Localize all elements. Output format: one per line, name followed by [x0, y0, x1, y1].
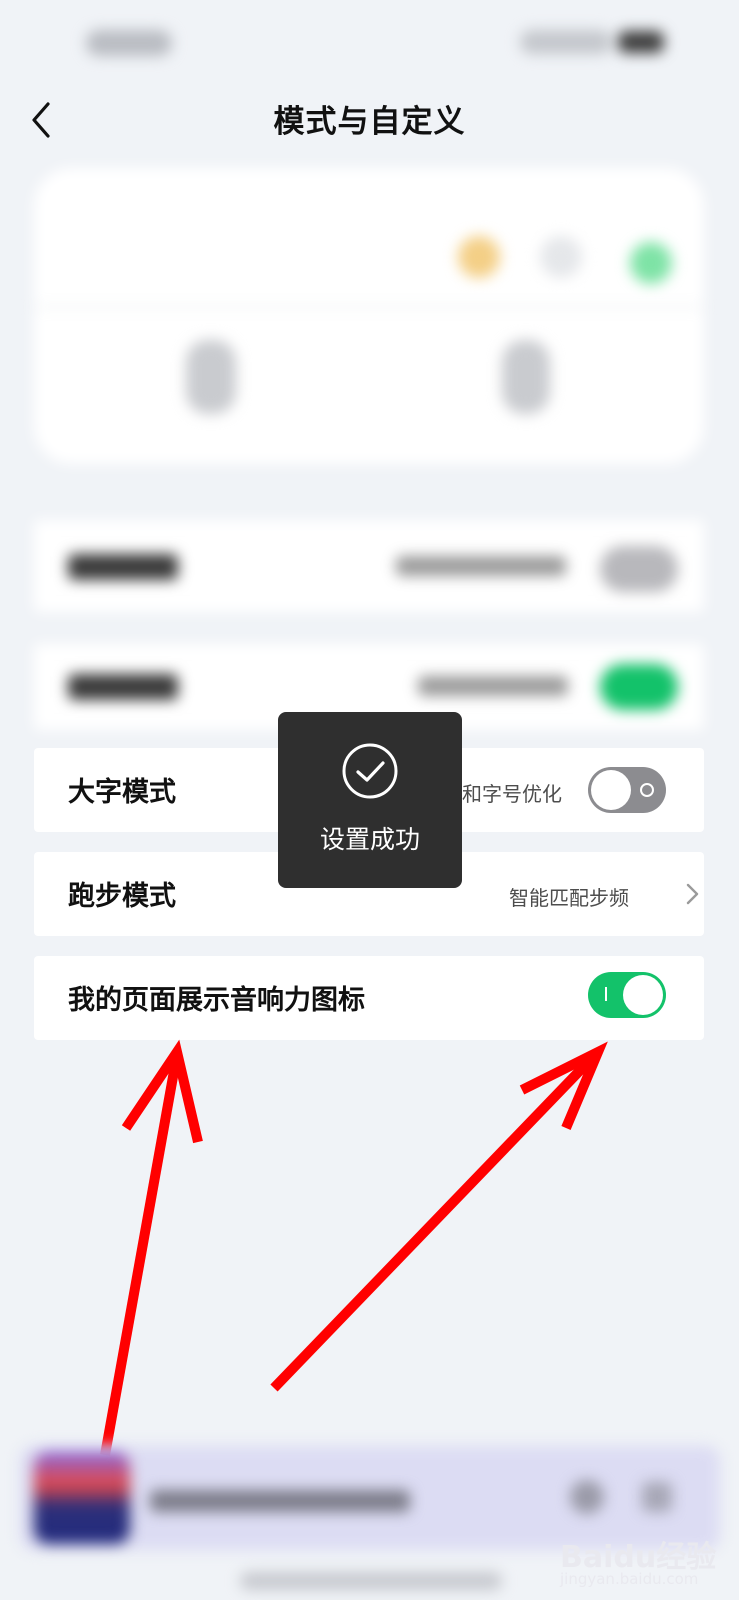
watermark-url: jingyan.baidu.com	[560, 1570, 699, 1588]
track-title	[150, 1490, 410, 1512]
annotation-arrows	[100, 1039, 608, 1456]
home-indicator	[240, 1572, 502, 1590]
annotation-arrow-left	[100, 1039, 203, 1456]
playlist-icon	[642, 1482, 672, 1512]
annotation-arrow-right	[270, 1041, 608, 1392]
play-icon	[570, 1480, 604, 1514]
album-cover	[34, 1452, 130, 1544]
